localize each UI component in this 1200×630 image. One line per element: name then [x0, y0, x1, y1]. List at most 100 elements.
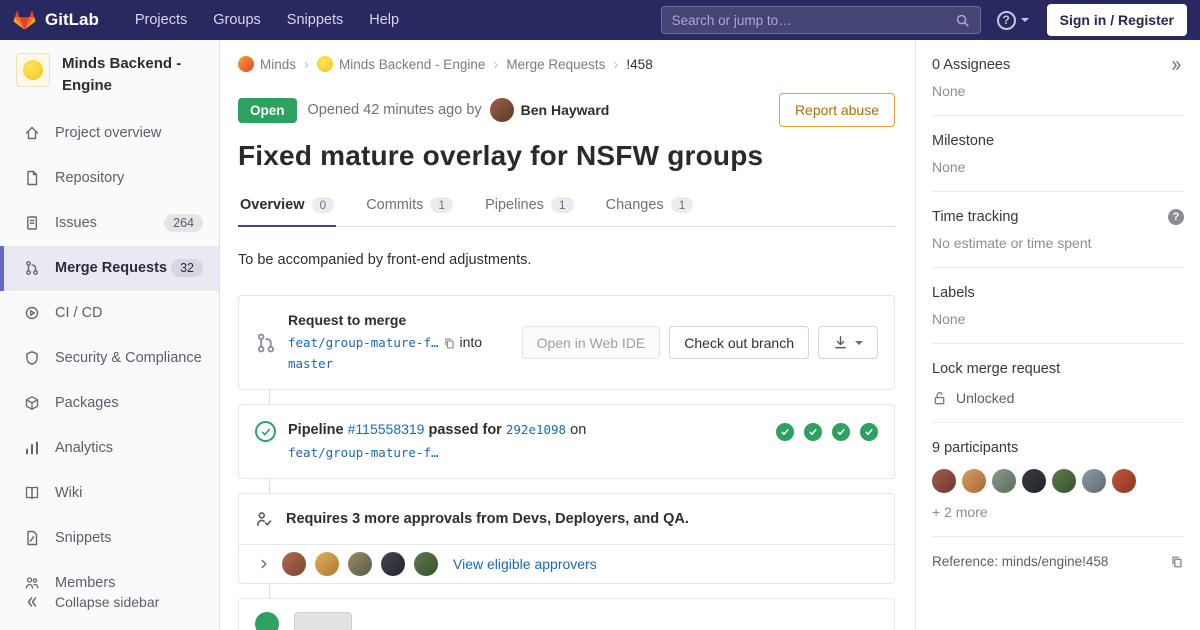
sidebar-item-packages[interactable]: Packages	[0, 381, 219, 426]
sidebar-item-security-compliance[interactable]: Security & Compliance	[0, 336, 219, 381]
breadcrumb-minds[interactable]: Minds	[238, 56, 296, 72]
target-branch-link[interactable]: master	[288, 356, 333, 371]
pipeline-widget-card: Pipeline #115558319 passed for 292e1098 …	[238, 404, 895, 479]
participant-avatar[interactable]	[1082, 469, 1106, 493]
merge-widget-buttons: Open in Web IDE Check out branch	[521, 326, 878, 360]
participant-avatar[interactable]	[992, 469, 1016, 493]
participant-avatar[interactable]	[962, 469, 986, 493]
report-abuse-button[interactable]: Report abuse	[778, 93, 895, 127]
widget-connector	[269, 584, 270, 598]
more-participants-link[interactable]: + 2 more	[932, 504, 988, 520]
time-tracking-section: Time tracking ? No estimate or time spen…	[932, 192, 1184, 268]
tab-count: 1	[430, 197, 454, 213]
breadcrumb-merge-requests[interactable]: Merge Requests	[506, 57, 605, 72]
mr-status-row: Open Opened 42 minutes ago by Ben Haywar…	[238, 93, 895, 127]
download-icon	[833, 335, 848, 350]
sidebar-item-snippets[interactable]: Snippets	[0, 516, 219, 561]
lock-value: Unlocked	[956, 390, 1015, 406]
merge-controls-card	[238, 598, 895, 630]
page-title: Fixed mature overlay for NSFW groups	[238, 140, 764, 171]
collapse-sidebar-button[interactable]: Collapse sidebar	[0, 580, 219, 624]
book-icon	[24, 485, 40, 501]
author-avatar[interactable]	[489, 98, 514, 122]
sidebar-item-label: Wiki	[55, 485, 83, 501]
tab-commits[interactable]: Commits 1	[364, 188, 455, 227]
author-name[interactable]: Ben Hayward	[521, 102, 610, 118]
participant-avatar[interactable]	[1112, 469, 1136, 493]
time-tracking-title: Time tracking	[932, 209, 1019, 225]
help-menu[interactable]: ?	[996, 10, 1029, 30]
sidebar-item-project-overview[interactable]: Project overview	[0, 111, 219, 156]
pipeline-stage-icon[interactable]	[860, 423, 878, 442]
copy-branch-icon[interactable]	[443, 337, 456, 350]
pipeline-mini-graph	[776, 419, 878, 442]
participant-avatar[interactable]	[1052, 469, 1076, 493]
help-icon[interactable]: ?	[1168, 209, 1184, 225]
tab-overview[interactable]: Overview 0	[238, 188, 337, 227]
project-avatar-small	[317, 56, 334, 72]
sidebar-item-ci-cd[interactable]: CI / CD	[0, 291, 219, 336]
commit-link[interactable]: 292e1098	[506, 422, 566, 437]
merge-request-icon	[255, 332, 277, 354]
status-icon	[255, 612, 279, 630]
tab-changes[interactable]: Changes 1	[604, 188, 696, 227]
sidebar-item-label: Merge Requests	[55, 260, 168, 276]
home-icon	[24, 125, 40, 141]
signin-button[interactable]: Sign in / Register	[1046, 4, 1187, 36]
shield-icon	[24, 350, 40, 366]
breadcrumb-project[interactable]: Minds Backend - Engine	[317, 56, 485, 72]
participants-section: 9 participants + 2 more	[932, 423, 1184, 537]
sidebar-menu: Project overview Repository Issues 264 M…	[0, 111, 219, 606]
sidebar-item-issues[interactable]: Issues 264	[0, 201, 219, 246]
approver-avatar[interactable]	[348, 552, 372, 576]
nav-projects[interactable]: Projects	[125, 6, 197, 34]
participant-avatar[interactable]	[932, 469, 956, 493]
search-input[interactable]	[671, 12, 955, 28]
lock-section: Lock merge request Unlocked	[932, 344, 1184, 423]
participant-avatar[interactable]	[1022, 469, 1046, 493]
issue-sidebar: 0 Assignees None Milestone None Time tra…	[915, 40, 1200, 630]
source-branch-link[interactable]: feat/group-mature-f…	[288, 335, 439, 350]
reference-section: Reference: minds/engine!458	[932, 537, 1184, 585]
approver-avatar[interactable]	[315, 552, 339, 576]
sidebar-item-wiki[interactable]: Wiki	[0, 471, 219, 516]
pipeline-branch-link[interactable]: feat/group-mature-f…	[288, 445, 439, 460]
pipeline-stage-icon[interactable]	[776, 423, 794, 442]
gitlab-logo[interactable]: GitLab	[13, 9, 99, 31]
participants-title: 9 participants	[932, 440, 1019, 456]
approver-avatar[interactable]	[414, 552, 438, 576]
merge-request-icon	[24, 260, 40, 276]
pipeline-summary: Pipeline #115558319 passed for 292e1098 …	[288, 419, 586, 464]
sidebar-item-label: Project overview	[55, 125, 162, 141]
chevron-down-icon	[855, 340, 863, 345]
tab-pipelines[interactable]: Pipelines 1	[483, 188, 576, 227]
sidebar-item-label: Analytics	[55, 440, 114, 456]
approvals-widget-card: Requires 3 more approvals from Devs, Dep…	[238, 493, 895, 584]
sidebar-item-label: Issues	[55, 215, 97, 231]
copy-reference-icon[interactable]	[1170, 555, 1184, 569]
pipeline-number-link[interactable]: #115558319	[348, 421, 425, 437]
download-dropdown-button[interactable]	[818, 326, 878, 360]
sidebar-item-analytics[interactable]: Analytics	[0, 426, 219, 471]
nav-help[interactable]: Help	[359, 6, 409, 34]
project-header[interactable]: Minds Backend - Engine	[0, 40, 219, 107]
project-name: Minds Backend - Engine	[62, 55, 182, 94]
chevron-right-icon[interactable]	[255, 555, 273, 573]
reference-text: Reference: minds/engine!458	[932, 554, 1109, 569]
nav-groups[interactable]: Groups	[203, 6, 271, 34]
checkout-branch-button[interactable]: Check out branch	[669, 326, 809, 360]
nav-snippets[interactable]: Snippets	[277, 6, 353, 34]
approver-avatar[interactable]	[282, 552, 306, 576]
pipeline-stage-icon[interactable]	[804, 423, 822, 442]
open-web-ide-button[interactable]: Open in Web IDE	[521, 326, 661, 360]
chevron-double-right-icon[interactable]	[1169, 58, 1184, 73]
sidebar-item-merge-requests[interactable]: Merge Requests 32	[0, 245, 219, 291]
approver-avatar[interactable]	[381, 552, 405, 576]
sidebar-item-repository[interactable]: Repository	[0, 156, 219, 201]
view-eligible-approvers-link[interactable]: View eligible approvers	[453, 556, 597, 572]
merge-button[interactable]	[294, 612, 352, 630]
milestone-title: Milestone	[932, 133, 995, 149]
group-avatar	[238, 56, 254, 72]
search-icon	[955, 13, 970, 28]
pipeline-stage-icon[interactable]	[832, 423, 850, 442]
